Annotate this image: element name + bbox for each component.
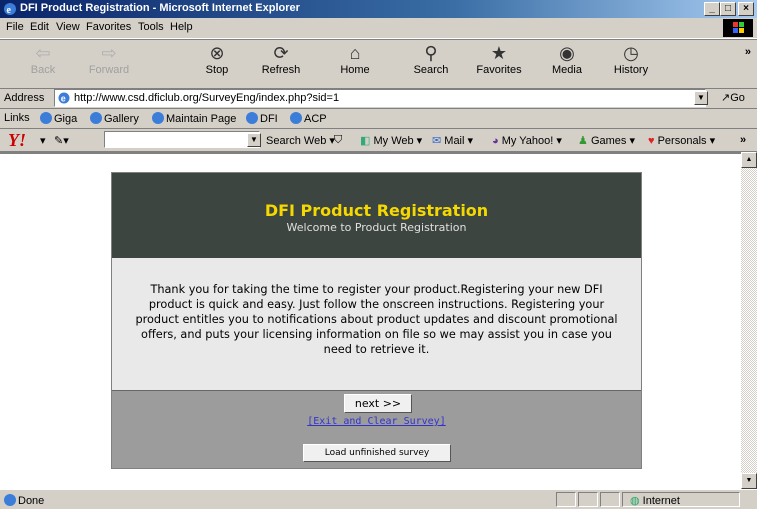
vertical-scrollbar[interactable]: ▲ ▼ xyxy=(741,152,757,489)
status-bar: Done ◍ Internet xyxy=(0,489,757,509)
history-button[interactable]: ◷ History xyxy=(606,42,656,86)
yahoo-menu-dropdown-icon[interactable]: ▾ xyxy=(40,134,46,147)
page-subtitle: Welcome to Product Registration xyxy=(286,221,467,234)
refresh-icon: ⟳ xyxy=(273,43,289,63)
ie-page-icon xyxy=(152,112,164,124)
go-arrow-icon: ↗ xyxy=(721,92,731,104)
load-unfinished-survey-button[interactable]: Load unfinished survey xyxy=(303,444,451,462)
yahoo-search-input[interactable] xyxy=(104,131,260,148)
menu-help[interactable]: Help xyxy=(170,21,193,33)
status-pane xyxy=(578,492,598,507)
ie-logo-icon: e xyxy=(4,3,16,16)
toolbar-chevron-icon[interactable]: » xyxy=(745,46,751,58)
go-button[interactable]: ↗Go xyxy=(721,91,745,104)
card-body: Thank you for taking the time to registe… xyxy=(112,258,641,391)
status-pane xyxy=(600,492,620,507)
search-button[interactable]: ⚲ Search xyxy=(406,42,456,86)
menu-tools[interactable]: Tools xyxy=(138,21,164,33)
link-gallery[interactable]: Gallery xyxy=(90,112,139,125)
back-arrow-icon: ⇦ xyxy=(35,43,51,63)
status-text: Done xyxy=(4,494,44,507)
link-maintain-page[interactable]: Maintain Page xyxy=(152,112,236,125)
personals-button[interactable]: ♥ Personals ▾ xyxy=(648,134,715,147)
intro-text: Thank you for taking the time to registe… xyxy=(135,283,618,356)
yahoo-toolbar: Y! ▾ ✎▾ ▼ Search Web ▾ ⛉ ◧ My Web ▾ ✉ Ma… xyxy=(0,129,757,152)
scroll-down-icon[interactable]: ▼ xyxy=(741,473,757,489)
games-button[interactable]: ♟ Games ▾ xyxy=(578,134,635,147)
exit-clear-survey-link[interactable]: [Exit and Clear Survey] xyxy=(112,416,641,427)
forward-button[interactable]: ⇨ Forward xyxy=(84,42,134,86)
mail-icon: ✉ xyxy=(432,135,442,147)
search-web-button[interactable]: Search Web ▾ xyxy=(266,134,335,147)
pencil-icon[interactable]: ✎▾ xyxy=(54,134,69,147)
address-dropdown-icon[interactable]: ▼ xyxy=(694,91,708,105)
link-giga[interactable]: Giga xyxy=(40,112,77,125)
back-button[interactable]: ⇦ Back xyxy=(18,42,68,86)
link-dfi[interactable]: DFI xyxy=(246,112,278,125)
menu-edit[interactable]: Edit xyxy=(30,21,49,33)
address-bar: Address e http://www.csd.dficlub.org/Sur… xyxy=(0,88,757,109)
status-pane xyxy=(556,492,576,507)
yahoo-logo-icon[interactable]: Y! xyxy=(8,130,26,151)
svg-text:e: e xyxy=(61,94,66,104)
window-title: DFI Product Registration - Microsoft Int… xyxy=(20,2,300,14)
address-label: Address xyxy=(4,92,45,104)
registration-card: DFI Product Registration Welcome to Prod… xyxy=(111,172,642,469)
window-titlebar: e DFI Product Registration - Microsoft I… xyxy=(0,0,757,18)
history-icon: ◷ xyxy=(623,43,639,63)
ie-page-icon xyxy=(40,112,52,124)
stop-button[interactable]: ⊗ Stop xyxy=(192,42,242,86)
standard-toolbar: ⇦ Back ⇨ Forward ⊗ Stop ⟳ Refresh ⌂ Home ⚲ Sea… xyxy=(0,39,757,89)
minimize-button[interactable]: _ xyxy=(704,2,720,16)
my-yahoo-icon: ◕ xyxy=(492,135,499,147)
home-button[interactable]: ⌂ Home xyxy=(330,42,380,86)
maximize-button[interactable]: □ xyxy=(720,2,736,16)
my-web-icon: ◧ xyxy=(360,135,371,147)
next-button[interactable]: next >> xyxy=(344,394,412,413)
menu-bar: File Edit View Favorites Tools Help xyxy=(0,18,757,39)
yahoo-chevron-icon[interactable]: » xyxy=(740,134,746,146)
stop-icon: ⊗ xyxy=(209,43,225,63)
link-acp[interactable]: ACP xyxy=(290,112,327,125)
my-yahoo-button[interactable]: ◕ My Yahoo! ▾ xyxy=(492,134,562,147)
page-title: DFI Product Registration xyxy=(264,201,489,220)
page-icon: e xyxy=(58,92,70,104)
ie-page-icon xyxy=(4,494,16,506)
refresh-button[interactable]: ⟳ Refresh xyxy=(256,42,306,86)
mail-button[interactable]: ✉ Mail ▾ xyxy=(432,134,473,147)
my-web-button[interactable]: ◧ My Web ▾ xyxy=(360,134,422,147)
card-header: DFI Product Registration Welcome to Prod… xyxy=(112,173,641,258)
games-icon: ♟ xyxy=(578,135,588,147)
ie-page-icon xyxy=(290,112,302,124)
favorites-icon: ★ xyxy=(490,43,508,63)
address-input[interactable]: e http://www.csd.dficlub.org/SurveyEng/i… xyxy=(54,89,706,107)
heart-icon: ♥ xyxy=(648,135,655,147)
globe-icon: ◍ xyxy=(630,495,640,507)
ie-page-icon xyxy=(90,112,102,124)
search-icon: ⚲ xyxy=(424,43,438,63)
highlight-icon[interactable]: ⛉ xyxy=(334,134,342,147)
media-icon: ◉ xyxy=(559,43,575,63)
links-label: Links xyxy=(4,112,30,124)
menu-view[interactable]: View xyxy=(56,21,80,33)
forward-arrow-icon: ⇨ xyxy=(101,43,117,63)
svg-text:e: e xyxy=(7,5,12,16)
windows-logo-icon xyxy=(723,19,753,37)
menu-favorites[interactable]: Favorites xyxy=(86,21,131,33)
ie-page-icon xyxy=(246,112,258,124)
close-button[interactable]: × xyxy=(738,2,754,16)
yahoo-search-dropdown-icon[interactable]: ▼ xyxy=(247,133,261,147)
scroll-up-icon[interactable]: ▲ xyxy=(741,152,757,168)
links-bar: Links Giga Gallery Maintain Page DFI ACP xyxy=(0,109,757,129)
media-button[interactable]: ◉ Media xyxy=(542,42,592,86)
home-icon: ⌂ xyxy=(349,43,361,63)
security-zone: ◍ Internet xyxy=(630,495,680,507)
favorites-button[interactable]: ★ Favorites xyxy=(474,42,524,86)
menu-file[interactable]: File xyxy=(6,21,24,33)
